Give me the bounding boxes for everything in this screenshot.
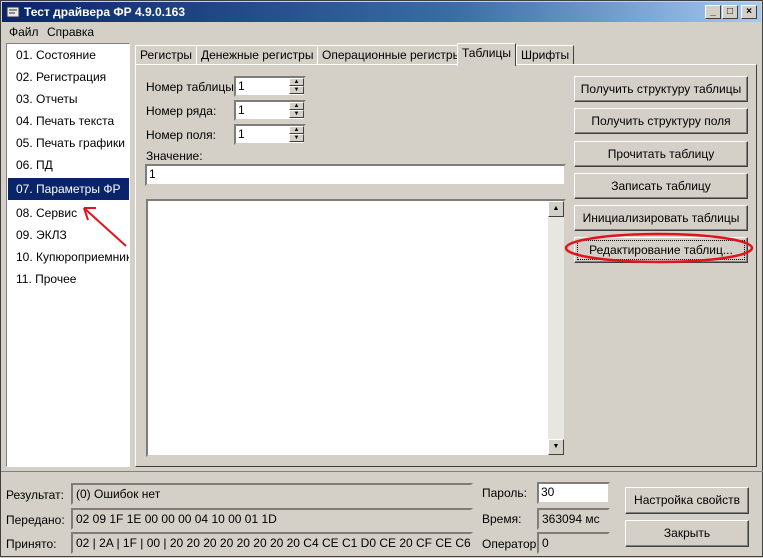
password-input[interactable]: 30 — [537, 482, 610, 504]
result-field: (0) Ошибок нет — [71, 483, 473, 505]
tab-tables[interactable]: Таблицы — [457, 43, 517, 66]
spin-up-icon[interactable]: ▲ — [289, 102, 304, 110]
get-field-structure-button[interactable]: Получить структуру поля — [574, 108, 748, 134]
field-number-value: 1 — [238, 127, 245, 141]
sidebar-item-eklz[interactable]: 09. ЭКЛЗ — [8, 224, 129, 246]
table-number-label: Номер таблицы: — [146, 80, 238, 94]
get-table-structure-button[interactable]: Получить структуру таблицы — [574, 76, 748, 102]
spin-up-icon[interactable]: ▲ — [289, 126, 304, 134]
menu-bar: Файл Справка — [2, 23, 761, 41]
password-label: Пароль: — [482, 486, 527, 500]
title-bar[interactable]: Тест драйвера ФР 4.9.0.163 _ □ × — [2, 2, 761, 22]
sidebar-item-registration[interactable]: 02. Регистрация — [8, 66, 129, 88]
window-title: Тест драйвера ФР 4.9.0.163 — [24, 5, 185, 19]
close-button[interactable]: Закрыть — [625, 520, 749, 547]
main-window: Тест драйвера ФР 4.9.0.163 _ □ × Файл Сп… — [0, 0, 763, 557]
spin-up-icon[interactable]: ▲ — [289, 78, 304, 86]
tab-registers[interactable]: Регистры — [135, 45, 198, 65]
maximize-button[interactable]: □ — [722, 5, 738, 19]
output-memo[interactable]: ▲ ▼ — [146, 199, 566, 457]
close-window-button[interactable]: × — [741, 5, 757, 19]
init-tables-button[interactable]: Инициализировать таблицы — [574, 205, 748, 231]
menu-file[interactable]: Файл — [9, 25, 39, 39]
value-label: Значение: — [146, 149, 203, 163]
spin-down-icon[interactable]: ▼ — [289, 86, 304, 94]
sidebar-item-reports[interactable]: 03. Отчеты — [8, 88, 129, 110]
scroll-down-icon[interactable]: ▼ — [548, 439, 564, 455]
operator-label: Оператор: — [482, 537, 540, 551]
table-number-value: 1 — [238, 79, 245, 93]
sidebar-item-print-text[interactable]: 04. Печать текста — [8, 110, 129, 132]
value-input[interactable]: 1 — [145, 164, 566, 186]
sidebar-item-status[interactable]: 01. Состояние — [8, 44, 129, 66]
sidebar-item-pd[interactable]: 06. ПД — [8, 154, 129, 176]
received-label: Принято: — [6, 537, 57, 551]
row-number-value: 1 — [238, 103, 245, 117]
field-number-label: Номер поля: — [146, 128, 217, 142]
sent-field: 02 09 1F 1E 00 00 00 04 10 00 01 1D — [71, 508, 473, 530]
app-icon — [6, 6, 20, 18]
edit-tables-button[interactable]: Редактирование таблиц... — [574, 237, 748, 263]
settings-button[interactable]: Настройка свойств — [625, 487, 749, 514]
menu-help[interactable]: Справка — [47, 25, 94, 39]
sidebar-item-bill-acceptor[interactable]: 10. Купюроприемник — [8, 246, 129, 268]
time-field: 363094 мс — [537, 508, 610, 530]
spin-down-icon[interactable]: ▼ — [289, 134, 304, 142]
sidebar-item-service[interactable]: 08. Сервис — [8, 202, 129, 224]
table-number-spinner[interactable]: 1 ▲ ▼ — [234, 76, 306, 97]
field-number-spinner[interactable]: 1 ▲ ▼ — [234, 124, 306, 145]
scroll-up-icon[interactable]: ▲ — [548, 201, 564, 217]
time-label: Время: — [482, 512, 522, 526]
sidebar-item-print-graphics[interactable]: 05. Печать графики — [8, 132, 129, 154]
read-table-button[interactable]: Прочитать таблицу — [574, 141, 748, 167]
row-number-label: Номер ряда: — [146, 104, 217, 118]
received-field: 02 | 2A | 1F | 00 | 20 20 20 20 20 20 20… — [71, 532, 473, 554]
sidebar-item-other[interactable]: 11. Прочее — [8, 268, 129, 290]
tab-money-registers[interactable]: Денежные регистры — [196, 45, 319, 65]
memo-scrollbar[interactable]: ▲ ▼ — [548, 201, 564, 455]
operator-field: 0 — [537, 532, 610, 554]
sidebar[interactable]: 01. Состояние 02. Регистрация 03. Отчеты… — [6, 43, 130, 467]
row-number-spinner[interactable]: 1 ▲ ▼ — [234, 100, 306, 121]
tab-operational-registers[interactable]: Операционные регистры — [317, 45, 467, 65]
minimize-button[interactable]: _ — [705, 5, 721, 19]
sent-label: Передано: — [6, 513, 65, 527]
tab-fonts[interactable]: Шрифты — [516, 45, 575, 65]
spin-down-icon[interactable]: ▼ — [289, 110, 304, 118]
write-table-button[interactable]: Записать таблицу — [574, 173, 748, 199]
result-label: Результат: — [6, 488, 64, 502]
sidebar-item-fr-params[interactable]: 07. Параметры ФР — [8, 178, 129, 200]
